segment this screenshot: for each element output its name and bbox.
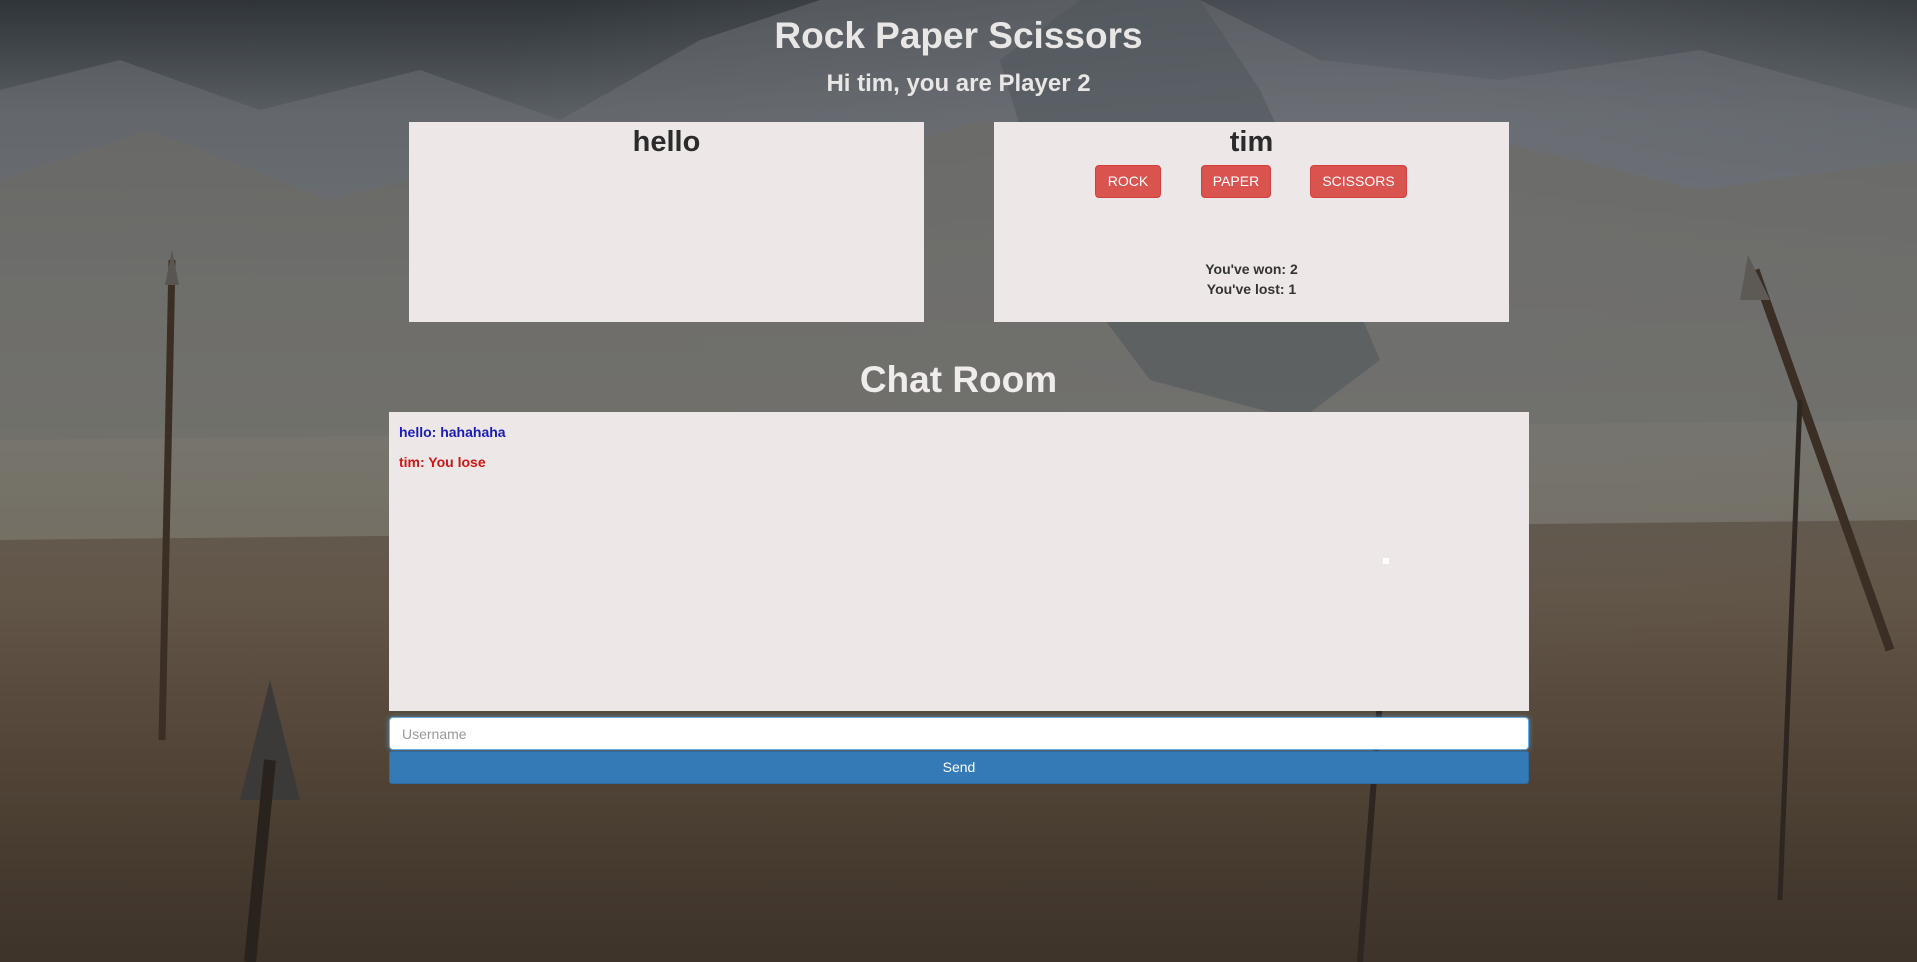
chat-message: hello: hahahaha — [399, 424, 506, 440]
chat-messages-box[interactable]: hello: hahahaha tim: You lose — [389, 412, 1529, 711]
rock-button[interactable]: ROCK — [1095, 165, 1161, 198]
scissors-button[interactable]: SCISSORS — [1310, 165, 1407, 198]
opponent-panel: hello — [409, 122, 924, 322]
player-name: tim — [1229, 126, 1274, 158]
cursor-marker — [1383, 558, 1389, 564]
player-greeting: Hi tim, you are Player 2 — [826, 70, 1091, 97]
page-title: Rock Paper Scissors — [774, 15, 1143, 56]
send-button[interactable]: Send — [389, 751, 1529, 784]
opponent-name: hello — [632, 126, 701, 158]
chat-room-title: Chat Room — [859, 359, 1058, 400]
player-panel: tim ROCK PAPER SCISSORS You've won: 2 Yo… — [994, 122, 1509, 322]
wins-count: You've won: 2 — [1205, 261, 1298, 277]
chat-message: tim: You lose — [399, 454, 486, 470]
chat-message-input[interactable] — [389, 717, 1529, 750]
paper-button[interactable]: PAPER — [1201, 165, 1271, 198]
losses-count: You've lost: 1 — [1206, 281, 1297, 297]
